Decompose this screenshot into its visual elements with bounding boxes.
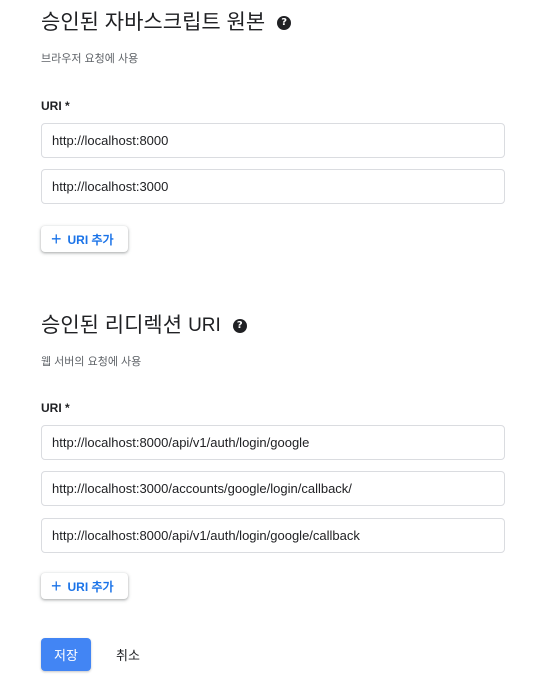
add-redirect-uri-button[interactable]: + URI 추가 xyxy=(41,573,128,599)
add-origin-uri-button[interactable]: + URI 추가 xyxy=(41,226,128,252)
origins-uri-label: URI * xyxy=(41,99,70,113)
origin-uri-input[interactable] xyxy=(41,169,505,204)
plus-icon: + xyxy=(51,576,62,596)
redirects-title: 승인된 리디렉션 URI ? xyxy=(41,311,505,341)
redirects-uri-label: URI * xyxy=(41,401,70,415)
save-button[interactable]: 저장 xyxy=(41,638,91,671)
redirect-uri-input[interactable] xyxy=(41,425,505,460)
help-icon[interactable]: ? xyxy=(232,319,247,333)
origins-section: 승인된 자바스크립트 원본 ? 브라우저 요청에 사용 xyxy=(41,8,505,66)
redirects-title-prefix: 승인된 리디렉션 xyxy=(41,314,183,337)
help-icon[interactable]: ? xyxy=(277,16,292,30)
origins-uri-list: + URI 추가 xyxy=(41,123,505,252)
cancel-button[interactable]: 취소 xyxy=(100,638,156,671)
origin-uri-input[interactable] xyxy=(41,123,505,158)
plus-icon: + xyxy=(51,229,62,249)
redirects-uri-list: + URI 추가 xyxy=(41,425,505,600)
redirect-uri-input[interactable] xyxy=(41,471,505,506)
add-uri-label: URI 추가 xyxy=(67,232,114,247)
redirects-section: 승인된 리디렉션 URI ? 웹 서버의 요청에 사용 xyxy=(41,311,505,369)
redirects-field: URI * xyxy=(41,401,505,415)
redirect-uri-input[interactable] xyxy=(41,518,505,553)
origins-title-text: 승인된 자바스크립트 원본 xyxy=(41,11,266,34)
origins-description: 브라우저 요청에 사용 xyxy=(41,53,139,65)
origins-title: 승인된 자바스크립트 원본 ? xyxy=(41,8,505,38)
origins-field: URI * xyxy=(41,99,505,113)
redirects-title-suffix: URI xyxy=(188,315,221,336)
redirects-description: 웹 서버의 요청에 사용 xyxy=(41,356,142,368)
add-uri-label: URI 추가 xyxy=(67,579,114,594)
